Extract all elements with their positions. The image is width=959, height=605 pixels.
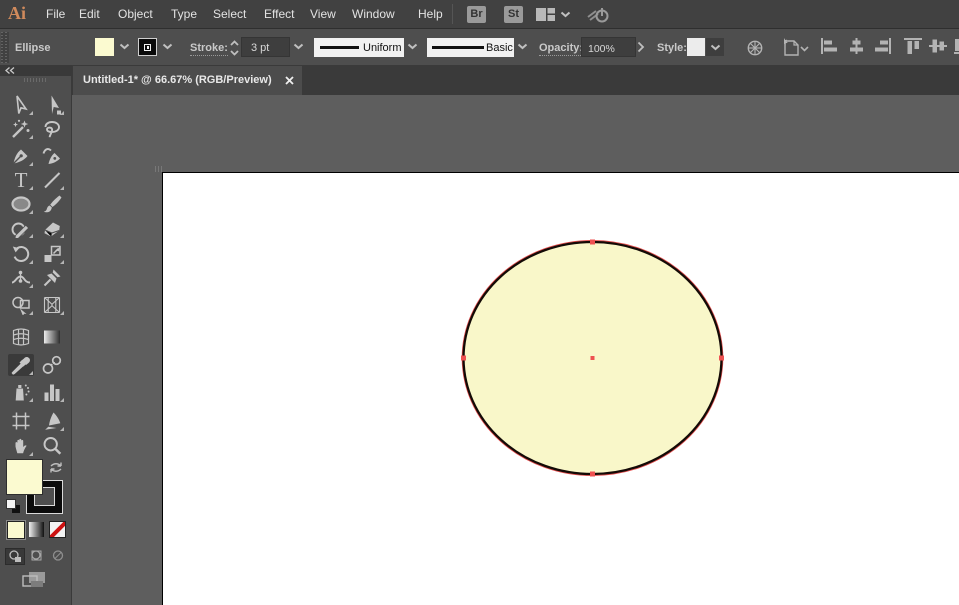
svg-text:T: T bbox=[15, 170, 28, 190]
